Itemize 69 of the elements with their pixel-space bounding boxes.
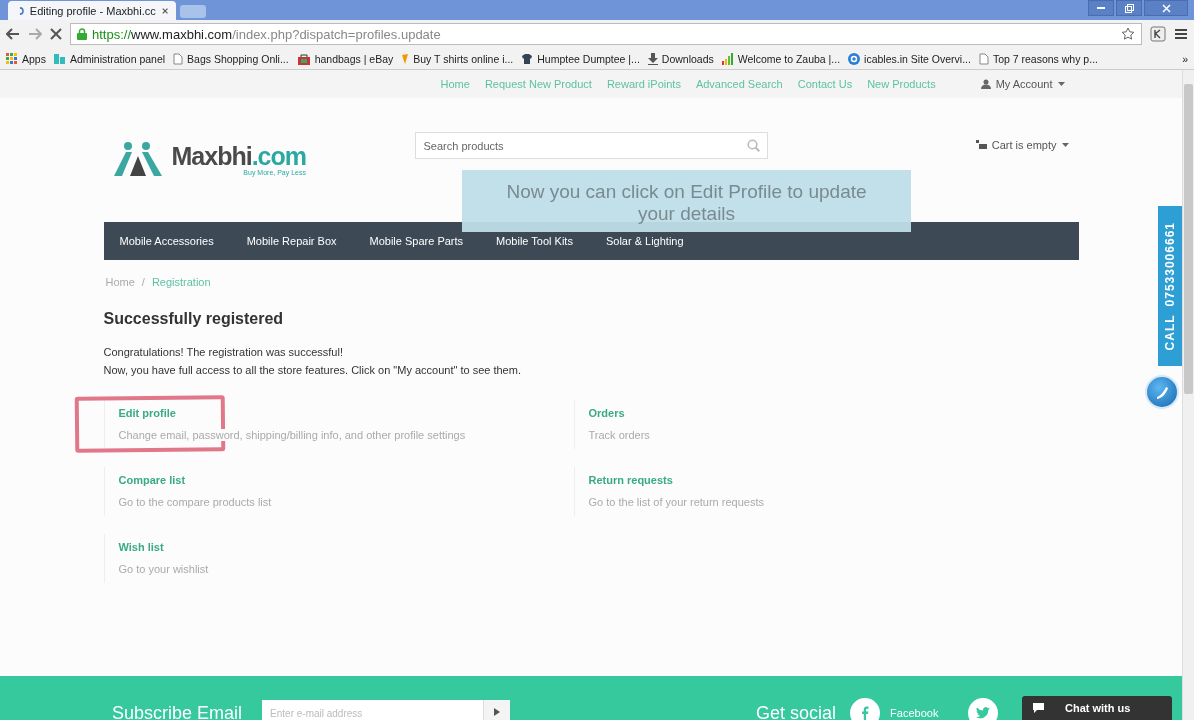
cart-icon xyxy=(975,140,987,150)
phone-button[interactable] xyxy=(1145,375,1179,409)
tutorial-caption: Now you can click on Edit Profile to update your details xyxy=(462,170,911,232)
scrollbar[interactable] xyxy=(1182,70,1194,720)
chat-button[interactable]: Chat with us xyxy=(1022,696,1172,720)
download-icon xyxy=(647,52,658,65)
signal-bars-icon xyxy=(721,52,734,65)
category-link[interactable]: Mobile Accessories xyxy=(119,235,214,247)
restore-button[interactable] xyxy=(1116,0,1142,16)
close-icon[interactable] xyxy=(161,6,168,15)
facebook-icon xyxy=(861,706,870,720)
link-description: Go to your wishlist xyxy=(118,563,209,575)
caret-icon xyxy=(1057,82,1065,86)
search-field[interactable]: Search products xyxy=(414,132,768,159)
message-text: Congratulations! The registration was successful! xyxy=(103,346,344,358)
caret-icon xyxy=(1061,143,1069,147)
play-arrow-icon xyxy=(494,708,501,716)
apps-grid-icon xyxy=(6,52,18,65)
link-description: Go to the compare products list xyxy=(118,496,272,508)
bookmark[interactable]: Apps xyxy=(6,52,46,65)
bookmark[interactable]: Top 7 reasons why p... xyxy=(978,52,1098,65)
bookmark[interactable]: Buy T shirts online i... xyxy=(401,52,514,65)
link-description: Change email, password, shipping/billing info, and other profile settings xyxy=(118,429,466,441)
link-description: Track orders xyxy=(588,429,650,441)
page-icon xyxy=(978,52,989,65)
message-text: Now, you have full access to all the store features. Click on "My account" to see them. xyxy=(103,364,522,376)
address-bar[interactable]: https://www.maxbhi.com/index.php?dispatch=profiles.update xyxy=(70,23,1142,45)
email-field[interactable]: Enter e-mail address xyxy=(262,700,484,720)
padlock-icon xyxy=(77,28,87,40)
bag-icon xyxy=(296,52,311,65)
my-account-menu[interactable]: My Account xyxy=(980,78,1065,90)
bookmark[interactable]: handbags | eBay xyxy=(296,52,394,65)
tab-title: Editing profile - Maxbhi.cc xyxy=(29,4,156,17)
bookmark[interactable]: Downloads xyxy=(647,52,714,65)
category-link[interactable]: Mobile Tool Kits xyxy=(496,235,573,247)
close-icon xyxy=(1161,3,1171,13)
user-icon xyxy=(980,79,991,89)
browser-tab[interactable]: Editing profile - Maxbhi.cc xyxy=(8,1,176,20)
page-heading: Successfully registered xyxy=(103,310,285,328)
bookmark[interactable]: Welcome to Zauba |... xyxy=(721,52,841,65)
minimize-icon xyxy=(1097,6,1105,10)
link-description: Go to the list of your return requests xyxy=(588,496,764,508)
bird-icon xyxy=(976,707,991,719)
menu-icon[interactable] xyxy=(1174,28,1188,40)
page-icon xyxy=(173,52,184,65)
phone-handset-icon xyxy=(1154,384,1170,400)
back-arrow-icon[interactable] xyxy=(6,28,20,40)
category-link[interactable]: Solar & Lighting xyxy=(605,235,684,247)
bookmark[interactable]: icables.in Site Overvi... xyxy=(848,52,971,65)
subscribe-heading: Subscribe Email xyxy=(112,702,243,720)
url-text: https://www.maxbhi.com/index.php?dispatch=profiles.update xyxy=(92,26,441,42)
cart-menu[interactable]: Cart is empty xyxy=(975,139,1069,151)
bookmark[interactable]: Humptee Dumptee |... xyxy=(521,52,640,65)
subscribe-button[interactable] xyxy=(483,700,511,720)
more-bookmarks-button[interactable]: » xyxy=(1182,52,1188,65)
bookmark[interactable]: Bags Shopping Onli... xyxy=(173,52,289,65)
social-heading: Get social xyxy=(756,702,837,720)
shirt-icon xyxy=(521,52,534,65)
bookmark[interactable]: Administration panel xyxy=(53,52,166,65)
stop-loading-icon[interactable] xyxy=(50,28,62,40)
star-icon[interactable] xyxy=(1121,27,1135,41)
minimize-button[interactable] xyxy=(1088,0,1114,16)
extension-icon[interactable] xyxy=(1150,26,1166,42)
category-link[interactable]: Mobile Spare Parts xyxy=(369,235,464,247)
category-link[interactable]: Mobile Repair Box xyxy=(246,235,337,247)
close-window-button[interactable] xyxy=(1144,0,1188,16)
restore-icon xyxy=(1124,3,1134,13)
speech-bubble-icon xyxy=(1032,702,1045,714)
breadcrumb-separator: / xyxy=(141,276,145,288)
